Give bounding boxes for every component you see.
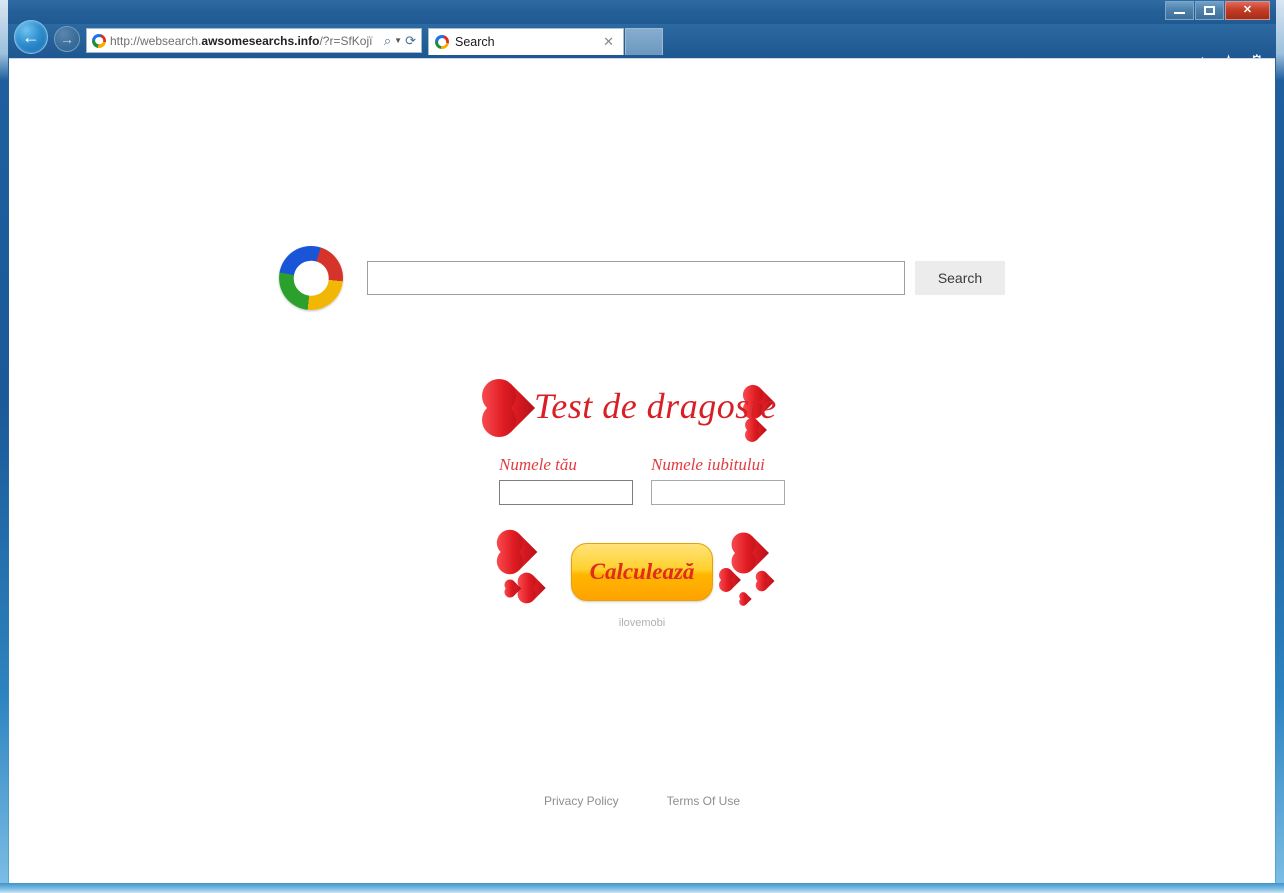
heart-icon-right-1 [735, 536, 769, 570]
chevron-down-icon[interactable]: ▼ [394, 36, 402, 45]
address-scheme: http://websearch. [110, 33, 202, 48]
terms-of-use-link[interactable]: Terms Of Use [667, 794, 740, 808]
window-border-bottom [0, 883, 1284, 893]
search-button[interactable]: Search [915, 261, 1005, 295]
search-section: Search [9, 246, 1275, 310]
love-test-fields: Numele tău Numele iubitului [499, 455, 785, 505]
browser-window: ✕ ← → http://websearch.awsomesearchs.inf… [0, 0, 1284, 893]
your-name-field-group: Numele tău [499, 455, 633, 505]
tab-favicon-ring-icon [435, 35, 449, 49]
heart-icon-right-2 [721, 570, 741, 590]
navigation-bar: ← → http://websearch.awsomesearchs.info/… [8, 20, 1276, 70]
minimize-icon [1174, 12, 1185, 15]
your-name-input[interactable] [499, 480, 633, 505]
maximize-icon [1204, 5, 1215, 15]
address-bar-icons: ⌕ ▼ ⟳ [384, 33, 418, 49]
tab-strip: Search ✕ [428, 28, 663, 56]
heart-icon-left-2 [520, 575, 546, 601]
search-icon[interactable]: ⌕ [384, 33, 391, 49]
window-controls: ✕ [1165, 1, 1270, 20]
back-arrow-icon: ← [22, 27, 40, 47]
title-bar: ✕ [0, 0, 1284, 24]
privacy-policy-link[interactable]: Privacy Policy [544, 794, 619, 808]
calculate-button[interactable]: Calculează [571, 543, 713, 601]
new-tab-button[interactable] [625, 28, 663, 55]
partner-name-label: Numele iubitului [651, 455, 765, 474]
page-viewport: Search Test de dragoste Numele tău Numel… [9, 58, 1275, 883]
your-name-label: Numele tău [499, 455, 577, 474]
search-input[interactable] [367, 261, 905, 295]
window-border-right [1276, 0, 1284, 893]
close-button[interactable]: ✕ [1225, 1, 1270, 20]
love-test-title: Test de dragoste [534, 386, 777, 426]
site-favicon-ring-icon [92, 33, 106, 48]
window-border-left [0, 0, 8, 893]
back-button[interactable]: ← [14, 20, 48, 54]
tab-title: Search [455, 35, 495, 49]
page-content: Search Test de dragoste Numele tău Numel… [9, 59, 1275, 883]
heart-icon-right-4 [740, 593, 752, 605]
site-logo-ring-icon [279, 246, 343, 310]
minimize-button[interactable] [1165, 1, 1194, 20]
heart-icon-right-3 [757, 572, 775, 590]
refresh-icon[interactable]: ⟳ [405, 33, 416, 49]
tab-search[interactable]: Search ✕ [428, 28, 624, 55]
love-test-widget: Test de dragoste Numele tău Numele iubit… [9, 379, 1275, 629]
address-bar[interactable]: http://websearch.awsomesearchs.info/?r=S… [86, 28, 422, 53]
heart-icon-left-1 [500, 533, 538, 571]
address-text[interactable]: http://websearch.awsomesearchs.info/?r=S… [110, 34, 384, 48]
partner-name-input[interactable] [651, 480, 785, 505]
partner-name-field-group: Numele iubitului [651, 455, 785, 505]
tab-close-icon[interactable]: ✕ [600, 34, 617, 50]
forward-arrow-icon: → [60, 31, 74, 47]
forward-button[interactable]: → [54, 26, 80, 52]
calculate-row: Calculează [492, 529, 792, 615]
address-domain: awsomesearchs.info [201, 33, 320, 48]
page-footer: Privacy Policy Terms Of Use [9, 794, 1275, 808]
love-test-header: Test de dragoste [482, 379, 802, 449]
heart-icon-title-large [486, 383, 536, 433]
widget-brand-label: ilovemobi [618, 617, 666, 629]
address-path: /?r=SfKojï [319, 33, 373, 48]
maximize-button[interactable] [1195, 1, 1224, 20]
